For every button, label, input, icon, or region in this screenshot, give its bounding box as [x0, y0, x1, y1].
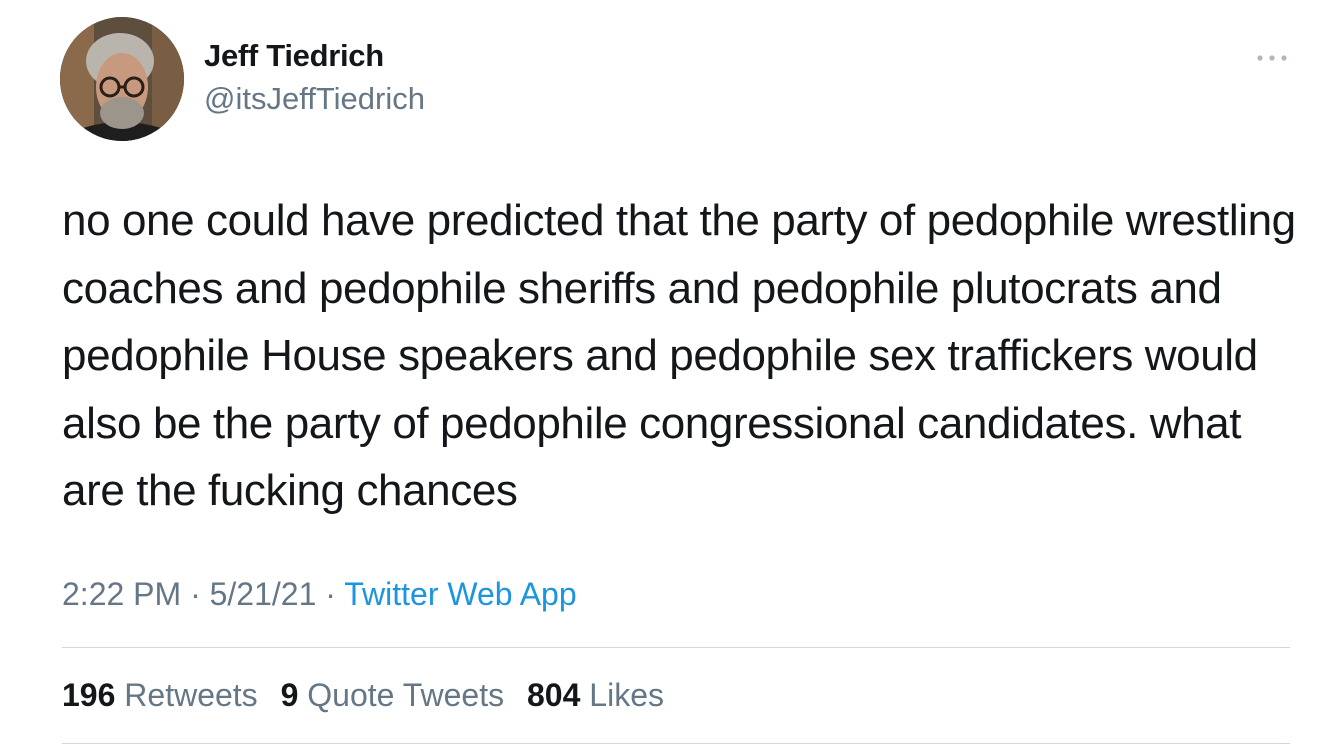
avatar-image	[60, 17, 184, 141]
tweet: Jeff Tiedrich @itsJeffTiedrich no one co…	[0, 0, 1328, 750]
likes-stat[interactable]: 804 Likes	[527, 677, 664, 714]
author-handle[interactable]: @itsJeffTiedrich	[204, 81, 425, 117]
more-options-button[interactable]	[1252, 44, 1292, 72]
quote-tweets-count: 9	[280, 677, 299, 713]
tweet-text: no one could have predicted that the par…	[62, 196, 1296, 515]
divider	[62, 647, 1290, 648]
meta-separator: ·	[190, 576, 201, 612]
divider	[62, 743, 1290, 744]
tweet-meta: 2:22 PM · 5/21/21 · Twitter Web App	[62, 576, 577, 613]
author-display-name[interactable]: Jeff Tiedrich	[204, 38, 384, 74]
likes-label: Likes	[589, 677, 664, 713]
tweet-time[interactable]: 2:22 PM	[62, 576, 181, 612]
tweet-stats: 196 Retweets 9 Quote Tweets 804 Likes	[62, 677, 678, 714]
avatar[interactable]	[60, 17, 184, 141]
likes-count: 804	[527, 677, 581, 713]
retweets-stat[interactable]: 196 Retweets	[62, 677, 258, 714]
tweet-date[interactable]: 5/21/21	[210, 576, 317, 612]
retweets-label: Retweets	[124, 677, 258, 713]
more-dots-icon	[1257, 55, 1287, 61]
quote-tweets-label: Quote Tweets	[307, 677, 505, 713]
meta-separator: ·	[325, 576, 336, 612]
tweet-source-link[interactable]: Twitter Web App	[344, 576, 576, 612]
retweets-count: 196	[62, 677, 116, 713]
quote-tweets-stat[interactable]: 9 Quote Tweets	[281, 677, 505, 714]
